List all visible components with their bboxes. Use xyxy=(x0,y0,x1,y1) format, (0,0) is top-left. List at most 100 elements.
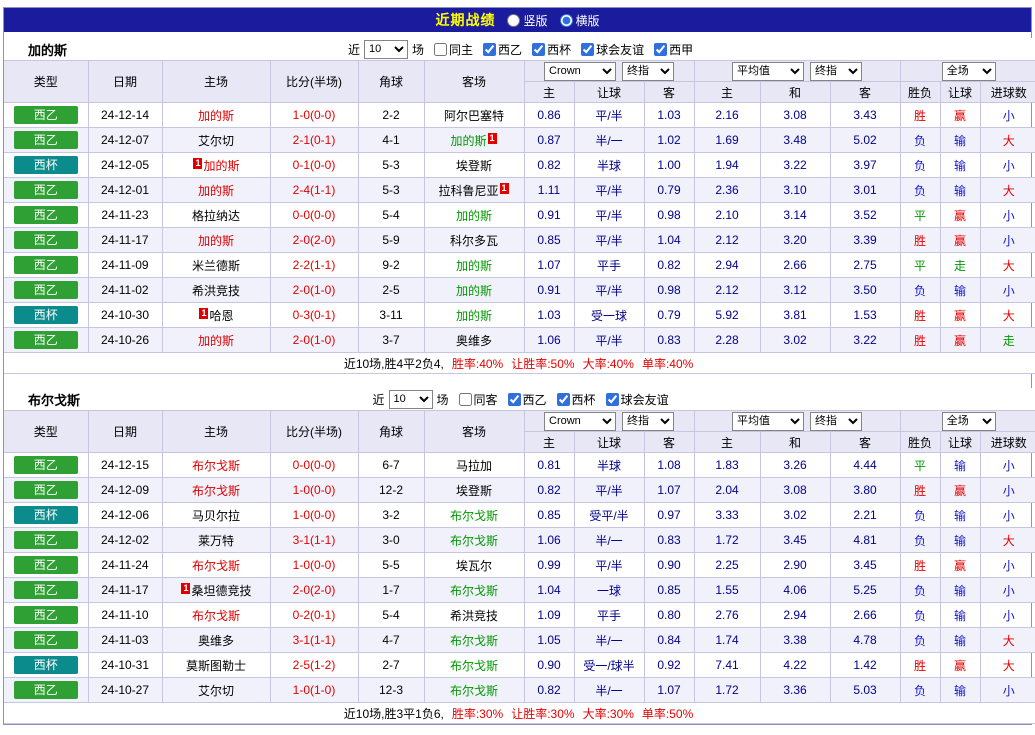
filter-label: 西杯 xyxy=(571,392,596,407)
sub-col-header-8: 进球数 xyxy=(979,431,1035,453)
date-cell: 24-12-01 xyxy=(87,177,163,203)
average-select[interactable]: 平均值 xyxy=(732,61,804,81)
filter-label: 西杯 xyxy=(547,42,572,57)
filter-item[interactable]: 西乙 xyxy=(483,41,522,58)
odds-final-select[interactable]: 终指 xyxy=(622,411,674,431)
match-row: 西乙 24-12-01 加的斯 2-4(1-1) 5-3 拉科鲁尼亚 1 1.11 平/半 0.7… xyxy=(4,177,1035,203)
match-row: 西乙 24-11-17 1 桑坦德竞技 2-0(2-0) 1-7 布尔戈斯 1.04 一球 0.8… xyxy=(4,577,1035,603)
competition-badge: 西乙 xyxy=(13,531,78,549)
competition-badge: 西乙 xyxy=(13,131,78,149)
sub-col-header-7: 让球 xyxy=(939,431,981,453)
handicap-result-cell: 输 xyxy=(939,677,981,703)
home-team-cell: 加的斯 xyxy=(161,227,271,253)
sub-col-header-7: 让球 xyxy=(939,81,981,103)
filter-checkbox[interactable] xyxy=(483,42,497,56)
scope-select[interactable]: 全场 xyxy=(941,411,996,431)
score-cell: 2-0(1-0) xyxy=(269,277,359,303)
avg-draw-cell: 3.20 xyxy=(759,227,831,253)
match-count-select[interactable]: 10 xyxy=(388,389,433,409)
goals-result-cell: 大 xyxy=(979,177,1035,203)
home-team-cell: 1 哈恩 xyxy=(161,302,271,328)
avg-draw-cell: 2.94 xyxy=(759,602,831,628)
average-select[interactable]: 平均值 xyxy=(732,411,804,431)
filter-item[interactable]: 同客 xyxy=(458,391,498,408)
filter-item[interactable]: 同主 xyxy=(434,41,473,58)
date-cell: 24-12-09 xyxy=(87,477,163,503)
match-count-select[interactable]: 10 xyxy=(364,39,409,59)
corners-cell: 3-7 xyxy=(357,327,425,353)
odds-away-cell: 0.79 xyxy=(643,177,695,203)
score-cell: 2-5(1-2) xyxy=(269,652,359,678)
team-name: 桑坦德竞技 xyxy=(191,583,252,598)
match-row: 西杯 24-12-06 马贝尔拉 1-0(0-0) 3-2 布尔戈斯 0.85 受平/半 0.9… xyxy=(4,502,1035,528)
filter-checkbox[interactable] xyxy=(507,392,521,406)
team-header: 布尔戈斯 近 10 场 同客 西乙 西杯 球会友谊 xyxy=(4,388,1035,411)
match-row: 西乙 24-11-17 加的斯 2-0(2-0) 5-9 科尔多瓦 0.85 平/半 1.04 2… xyxy=(4,227,1035,253)
filter-checkbox[interactable] xyxy=(532,42,546,56)
avg-draw-cell: 3.08 xyxy=(759,102,831,128)
vertical-radio-input[interactable] xyxy=(507,13,521,27)
avg-final-select[interactable]: 终指 xyxy=(810,61,862,81)
away-team-cell: 加的斯 1 xyxy=(423,127,525,153)
summary-row: 近10场,胜3平1负6, 胜率:30% 让胜率:30% 大率:30% 单率:50% xyxy=(4,702,1035,724)
competition-cell: 西乙 xyxy=(4,102,89,128)
goals-result-cell: 小 xyxy=(979,102,1035,128)
filter-checkbox[interactable] xyxy=(458,392,472,406)
goals-result-cell: 大 xyxy=(979,127,1035,153)
col-header-type: 类型 xyxy=(4,60,89,103)
odds-home-cell: 1.06 xyxy=(523,327,575,353)
layout-radio-vertical[interactable]: 竖版 xyxy=(507,12,548,29)
score-cell: 1-0(0-0) xyxy=(269,102,359,128)
competition-cell: 西杯 xyxy=(4,652,89,678)
odds-home-cell: 0.82 xyxy=(523,477,575,503)
handicap-result-cell: 赢 xyxy=(939,227,981,253)
filter-checkbox[interactable] xyxy=(581,42,595,56)
summary-stat: 大率:30% xyxy=(582,706,634,721)
sub-col-header-0: 主 xyxy=(524,81,575,103)
scope-select[interactable]: 全场 xyxy=(941,61,996,81)
result-cell: 胜 xyxy=(899,652,941,678)
result-cell: 负 xyxy=(899,602,941,628)
match-row: 西杯 24-12-05 1 加的斯 0-1(0-0) 5-3 埃登斯 0.82 半球 1.00 1.… xyxy=(4,152,1035,178)
avg-away-cell: 4.78 xyxy=(829,627,901,653)
odds-home-cell: 1.11 xyxy=(523,177,575,203)
team-recent-table: 布尔戈斯近 10 场同客 西乙 西杯 球会友谊 类型 日期 主场 比分(半场) 角球 客场 Crown 终… xyxy=(4,388,1035,724)
near-label: 近 xyxy=(372,392,385,407)
away-team-cell: 布尔戈斯 xyxy=(423,527,525,553)
score-cell: 2-0(2-0) xyxy=(269,577,359,603)
filter-item[interactable]: 西甲 xyxy=(654,41,693,58)
filter-item[interactable]: 西杯 xyxy=(532,41,571,58)
corners-cell: 2-5 xyxy=(357,277,425,303)
sub-col-header-8: 进球数 xyxy=(979,81,1035,103)
date-cell: 24-10-27 xyxy=(87,677,163,703)
bookmaker-select[interactable]: Crown xyxy=(544,411,616,431)
sub-col-header-6: 胜负 xyxy=(899,81,941,103)
team-name: 格拉纳达 xyxy=(191,208,240,223)
filter-item[interactable]: 西乙 xyxy=(507,391,547,408)
result-cell: 负 xyxy=(899,577,941,603)
page-frame: 近期战绩 竖版 横版 加的斯近 10 场同主 西乙 西杯 球会友谊 西甲 类型 日期 主场 比分(半… xyxy=(3,7,1035,725)
home-team-cell: 艾尔切 xyxy=(161,677,271,703)
horizontal-radio-input[interactable] xyxy=(559,13,573,27)
filter-item[interactable]: 球会友谊 xyxy=(581,41,644,58)
summary-stat: 单率:50% xyxy=(641,706,694,721)
filter-item[interactable]: 西杯 xyxy=(556,391,596,408)
filter-checkbox[interactable] xyxy=(605,392,619,406)
filter-item[interactable]: 球会友谊 xyxy=(605,391,669,408)
filter-checkbox[interactable] xyxy=(654,42,668,56)
odds-final-select[interactable]: 终指 xyxy=(622,61,674,81)
handicap-result-cell: 赢 xyxy=(939,327,981,353)
filter-checkbox[interactable] xyxy=(434,42,448,56)
layout-radio-horizontal[interactable]: 横版 xyxy=(559,12,600,29)
avg-final-select[interactable]: 终指 xyxy=(810,411,862,431)
filter-checkbox[interactable] xyxy=(556,392,570,406)
corners-cell: 5-4 xyxy=(357,202,425,228)
competition-cell: 西乙 xyxy=(4,552,89,578)
result-cell: 胜 xyxy=(899,302,941,328)
matches-label: 场 xyxy=(436,392,449,407)
team-name: 布尔戈斯 xyxy=(449,583,498,598)
avg-home-cell: 7.41 xyxy=(693,652,761,678)
bookmaker-select[interactable]: Crown xyxy=(544,61,616,81)
odds-handicap-cell: 半/一 xyxy=(573,677,645,703)
result-cell: 平 xyxy=(899,252,941,278)
